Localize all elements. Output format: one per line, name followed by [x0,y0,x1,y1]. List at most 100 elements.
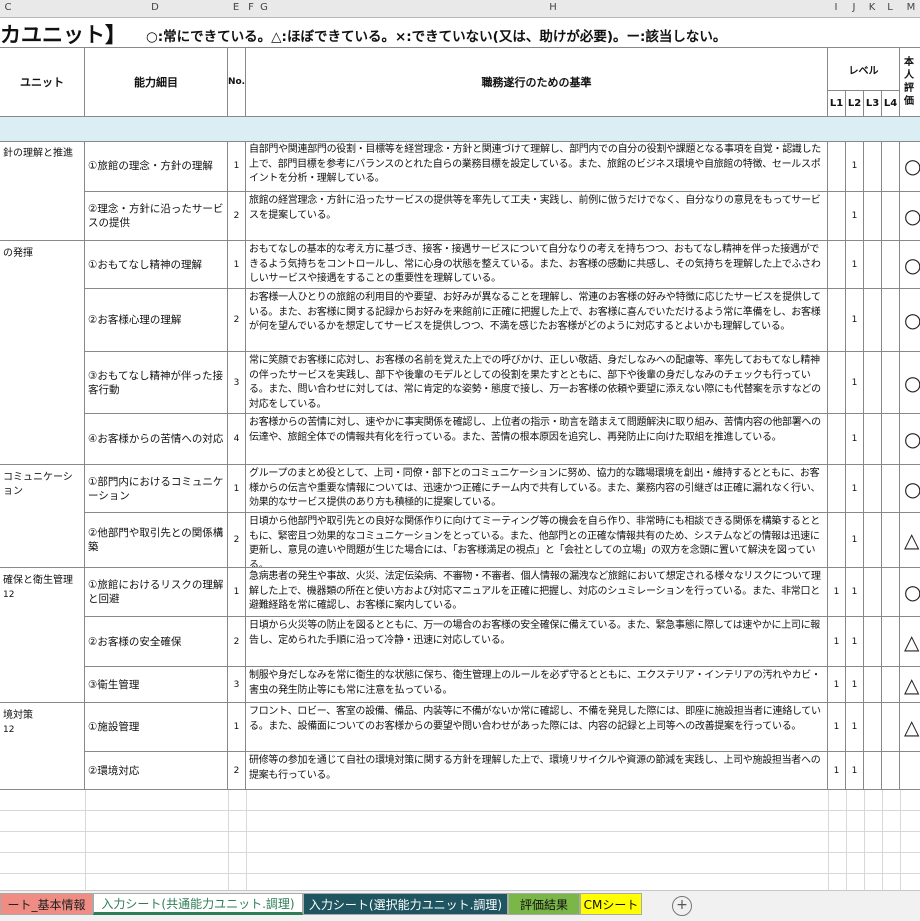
empty-row[interactable] [0,853,920,874]
header-l4[interactable]: L4 [882,91,900,117]
no-cell[interactable]: 2 [228,192,246,241]
standard-cell[interactable]: お客様からの苦情に対し、速やかに事実関係を確認し、上位者の指示・助言を踏まえて問… [246,414,828,465]
level-l3-cell[interactable] [864,667,882,703]
level-l4-cell[interactable] [882,352,900,414]
detail-cell[interactable]: ②理念・方針に沿ったサービスの提供 [85,192,228,241]
level-l1-cell[interactable] [828,414,846,465]
level-l1-cell[interactable] [828,141,846,192]
tab-common-units-active[interactable]: 入力シート(共通能力ユニット.調理) [93,893,303,915]
self-eval-cell[interactable]: ○ [900,192,920,241]
level-l4-cell[interactable] [882,241,900,289]
level-l2-cell[interactable]: 1 [846,568,864,617]
no-cell[interactable]: 2 [228,752,246,790]
level-l1-cell[interactable] [828,465,846,513]
level-l3-cell[interactable] [864,703,882,752]
level-l3-cell[interactable] [864,141,882,192]
standard-cell[interactable]: 自部門や関連部門の役割・目標等を経営理念・方針と関連づけて理解し、部門内での自分… [246,141,828,192]
column-letter-h[interactable]: H [549,2,557,13]
level-l4-cell[interactable] [882,703,900,752]
no-cell[interactable]: 1 [228,241,246,289]
column-letter-g[interactable]: G [260,2,268,13]
detail-cell[interactable]: ③衛生管理 [85,667,228,703]
level-l3-cell[interactable] [864,752,882,790]
worksheet-grid[interactable]: カユニット】 ○:常にできている。△:ほぼできている。×:できていない(又は、助… [0,17,920,890]
level-l2-cell[interactable]: 1 [846,513,864,568]
no-cell[interactable]: 1 [228,568,246,617]
level-l4-cell[interactable] [882,465,900,513]
level-l4-cell[interactable] [882,513,900,568]
level-l3-cell[interactable] [864,465,882,513]
standard-cell[interactable]: グループのまとめ役として、上司・同僚・部下とのコミュニケーションに努め、協力的な… [246,465,828,513]
level-l1-cell[interactable] [828,192,846,241]
empty-row[interactable] [0,790,920,811]
level-l4-cell[interactable] [882,752,900,790]
header-detail[interactable]: 能力細目 [85,47,228,117]
level-l2-cell[interactable]: 1 [846,617,864,667]
level-l2-cell[interactable]: 1 [846,289,864,352]
no-cell[interactable]: 1 [228,465,246,513]
level-l3-cell[interactable] [864,414,882,465]
tab-evaluation-results[interactable]: 評価結果 [508,893,580,915]
column-letter-k[interactable]: K [869,2,876,13]
no-cell[interactable]: 3 [228,352,246,414]
standard-cell[interactable]: お客様一人ひとりの旅館の利用目的や要望、お好みが異なることを理解し、常連のお客様… [246,289,828,352]
column-letter-m[interactable]: M [907,2,916,13]
self-eval-cell[interactable]: △ [900,513,920,568]
column-letter-c[interactable]: C [5,2,12,13]
self-eval-cell[interactable]: ○ [900,352,920,414]
level-l2-cell[interactable]: 1 [846,241,864,289]
standard-cell[interactable]: おもてなしの基本的な考え方に基づき、接客・接遇サービスについて自分なりの考えを持… [246,241,828,289]
level-l2-cell[interactable]: 1 [846,141,864,192]
no-cell[interactable]: 1 [228,703,246,752]
level-l2-cell[interactable]: 1 [846,703,864,752]
column-letter-i[interactable]: I [835,2,838,13]
detail-cell[interactable]: ①施設管理 [85,703,228,752]
level-l4-cell[interactable] [882,141,900,192]
self-eval-cell[interactable]: △ [900,703,920,752]
self-eval-cell[interactable] [900,752,920,790]
no-cell[interactable]: 4 [228,414,246,465]
level-l3-cell[interactable] [864,513,882,568]
tab-basic-info[interactable]: ート_基本情報 [0,893,93,915]
level-l3-cell[interactable] [864,617,882,667]
level-l1-cell[interactable] [828,241,846,289]
standard-cell[interactable]: 旅館の経営理念・方針に沿ったサービスの提供等を率先して工夫・実践し、前例に倣うだ… [246,192,828,241]
level-l1-cell[interactable] [828,289,846,352]
self-eval-cell[interactable]: ○ [900,465,920,513]
unit-cell[interactable]: の発揮 [0,241,85,465]
no-cell[interactable]: 3 [228,667,246,703]
no-cell[interactable]: 2 [228,617,246,667]
unit-cell[interactable]: 針の理解と推進 [0,141,85,241]
detail-cell[interactable]: ②他部門や取引先との関係構築 [85,513,228,568]
level-l4-cell[interactable] [882,617,900,667]
level-l2-cell[interactable]: 1 [846,667,864,703]
level-l3-cell[interactable] [864,352,882,414]
column-letter-l[interactable]: L [887,2,893,13]
level-l4-cell[interactable] [882,414,900,465]
detail-cell[interactable]: ①旅館の理念・方針の理解 [85,141,228,192]
level-l1-cell[interactable]: 1 [828,617,846,667]
tab-selected-units[interactable]: 入力シート(選択能力ユニット.調理) [303,893,508,915]
level-l3-cell[interactable] [864,192,882,241]
detail-cell[interactable]: ②お客様の安全確保 [85,617,228,667]
unit-cell[interactable]: コミュニケーション [0,465,85,568]
header-level[interactable]: レベル [828,47,900,91]
self-eval-cell[interactable]: ○ [900,414,920,465]
level-l1-cell[interactable]: 1 [828,703,846,752]
detail-cell[interactable]: ①旅館におけるリスクの理解と回避 [85,568,228,617]
detail-cell[interactable]: ②環境対応 [85,752,228,790]
standard-cell[interactable]: 常に笑顔でお客様に応対し、お客様の名前を覚えた上での呼びかけ、正しい敬語、身だし… [246,352,828,414]
level-l2-cell[interactable]: 1 [846,465,864,513]
detail-cell[interactable]: ①部門内におけるコミュニケーション [85,465,228,513]
standard-cell[interactable]: 急病患者の発生や事故、火災、法定伝染病、不審物・不審者、個人情報の漏洩など旅館に… [246,568,828,617]
detail-cell[interactable]: ①おもてなし精神の理解 [85,241,228,289]
level-l2-cell[interactable]: 1 [846,352,864,414]
add-sheet-icon[interactable]: + [672,896,692,916]
level-l3-cell[interactable] [864,289,882,352]
self-eval-cell[interactable]: ○ [900,568,920,617]
standard-cell[interactable]: 制服や身だしなみを常に衛生的な状態に保ち、衛生管理上のルールを必ず守るとともに、… [246,667,828,703]
empty-row[interactable] [0,874,920,890]
level-l3-cell[interactable] [864,241,882,289]
level-l4-cell[interactable] [882,192,900,241]
level-l2-cell[interactable]: 1 [846,414,864,465]
